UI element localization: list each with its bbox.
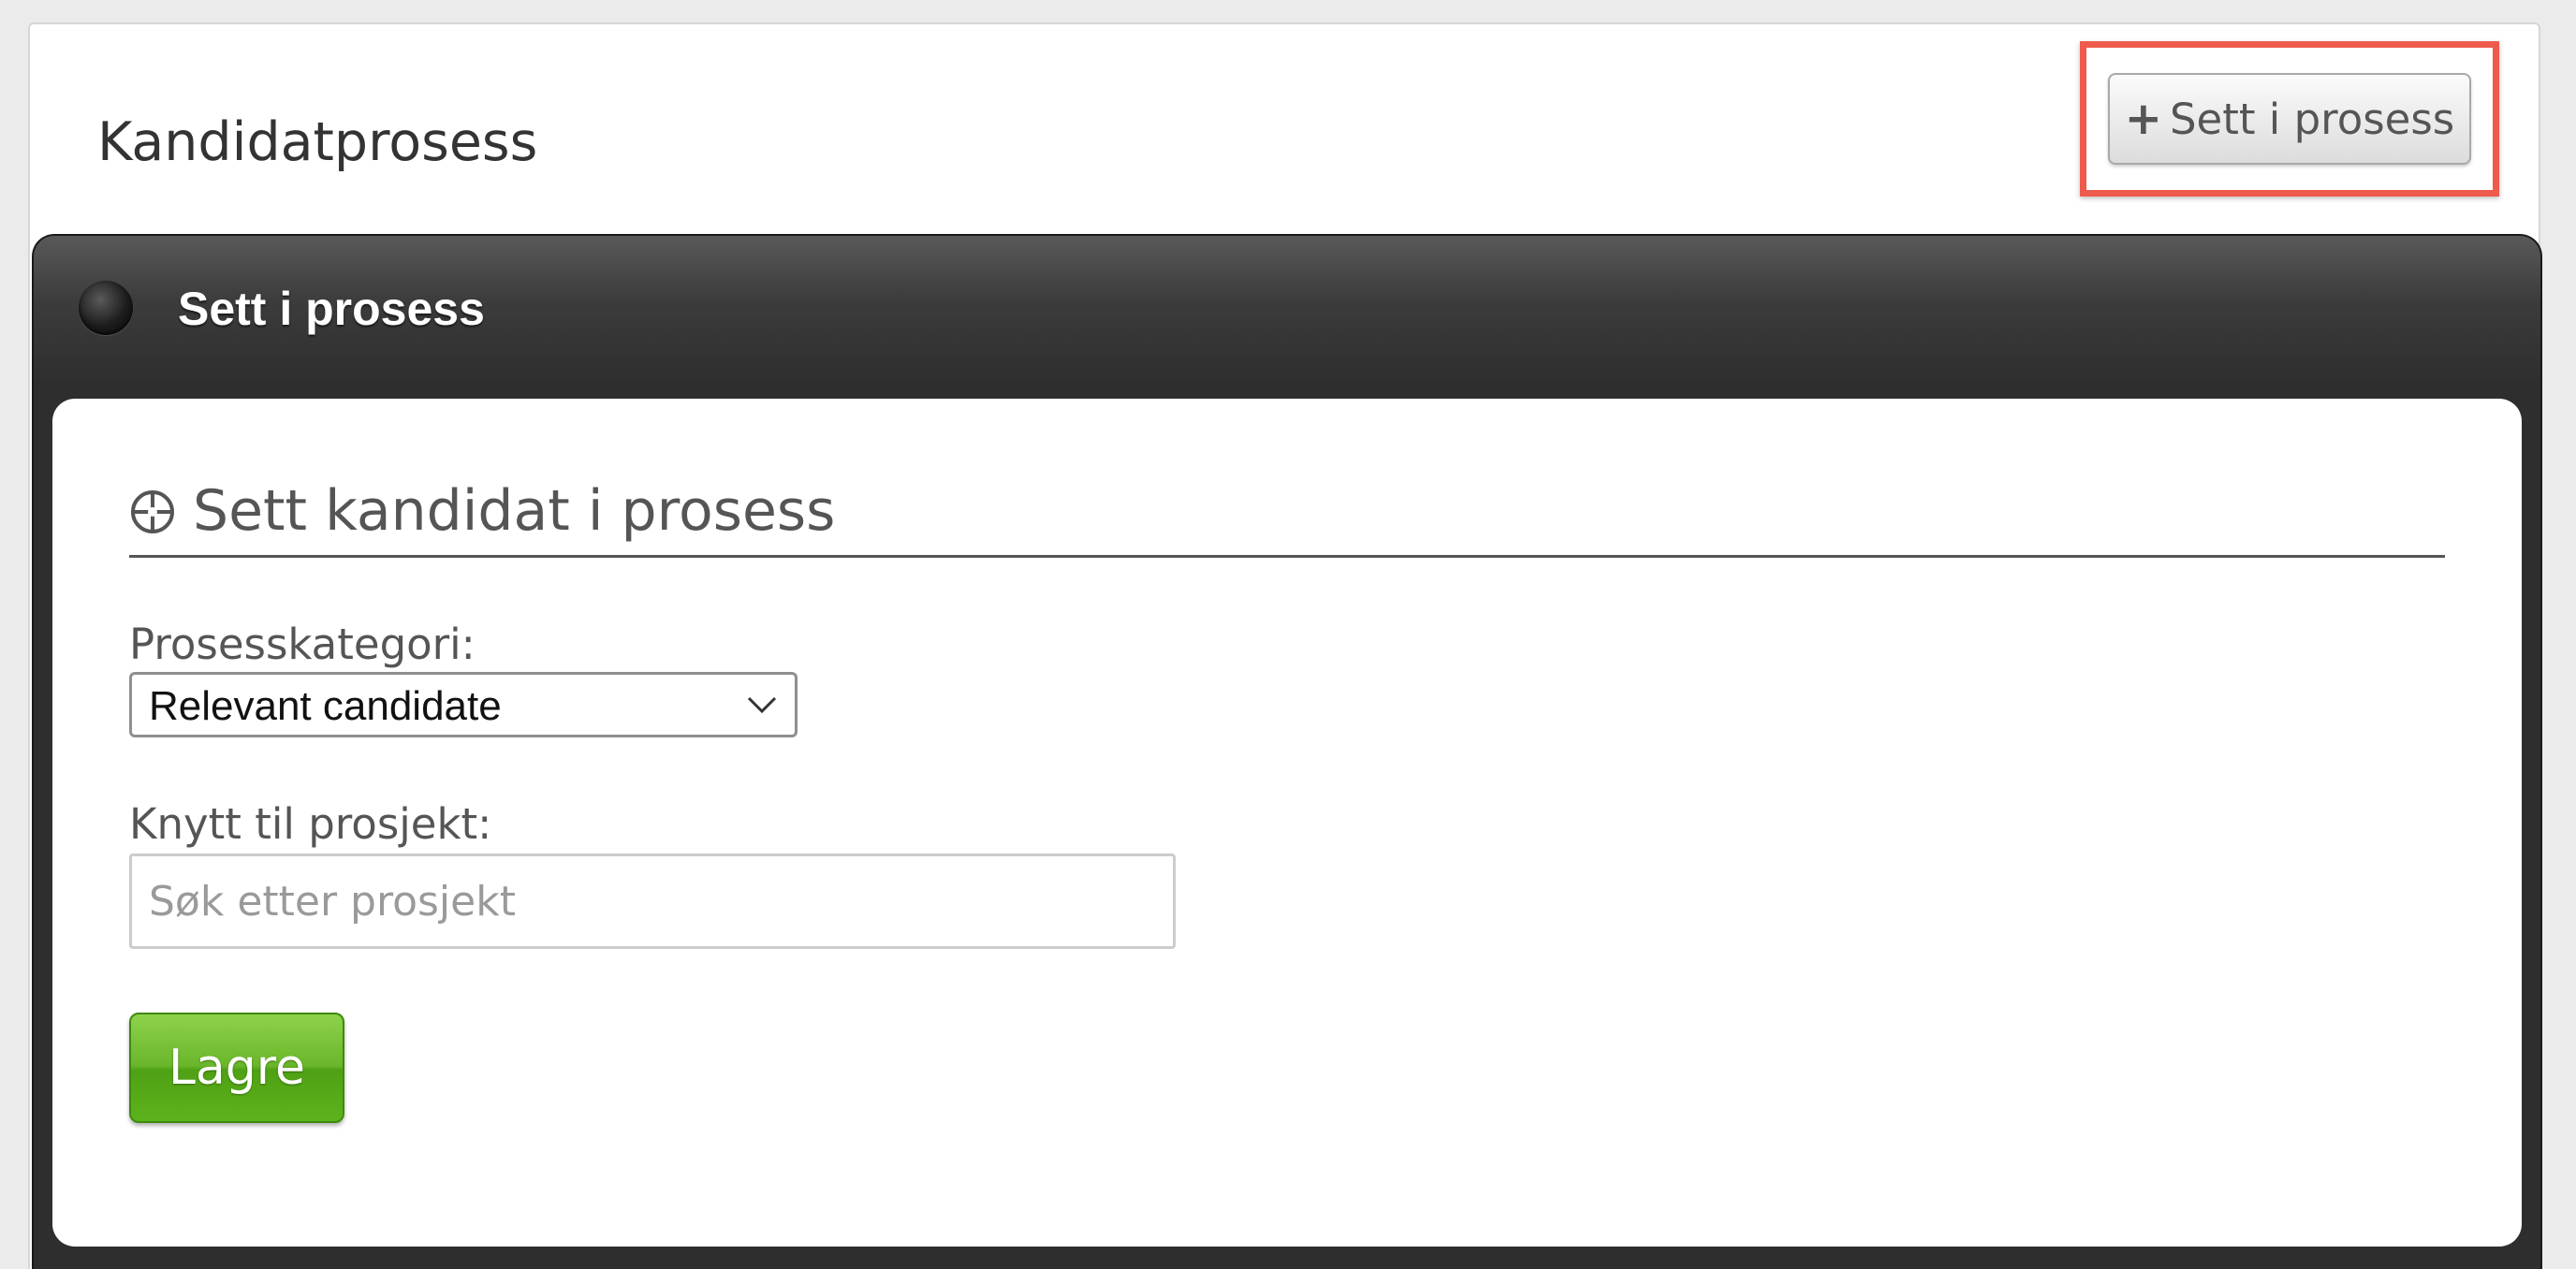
save-button[interactable]: Lagre xyxy=(129,1013,344,1123)
add-to-process-button-label: Sett i prosess xyxy=(2169,94,2455,144)
window-dot-icon xyxy=(79,281,133,335)
section-title: Sett kandidat i prosess xyxy=(193,478,836,544)
modal-body: Sett kandidat i prosess Prosesskategori:… xyxy=(52,399,2522,1247)
process-modal: Sett i prosess Sett kandidat i prosess P… xyxy=(32,234,2542,1269)
plus-icon: + xyxy=(2124,93,2162,145)
category-select-value: Relevant candidate xyxy=(149,683,502,729)
crosshair-icon xyxy=(131,490,174,533)
category-select[interactable]: Relevant candidate xyxy=(129,672,798,737)
project-search-input[interactable] xyxy=(129,853,1176,949)
page-title: Kandidatprosess xyxy=(97,111,538,173)
category-label: Prosesskategori: xyxy=(129,620,476,669)
section-heading: Sett kandidat i prosess xyxy=(129,472,2445,558)
project-label: Knytt til prosjekt: xyxy=(129,799,492,849)
add-to-process-button[interactable]: + Sett i prosess xyxy=(2108,73,2471,165)
modal-title: Sett i prosess xyxy=(178,283,485,335)
modal-header: Sett i prosess xyxy=(34,236,2540,380)
chevron-down-icon xyxy=(747,696,777,714)
